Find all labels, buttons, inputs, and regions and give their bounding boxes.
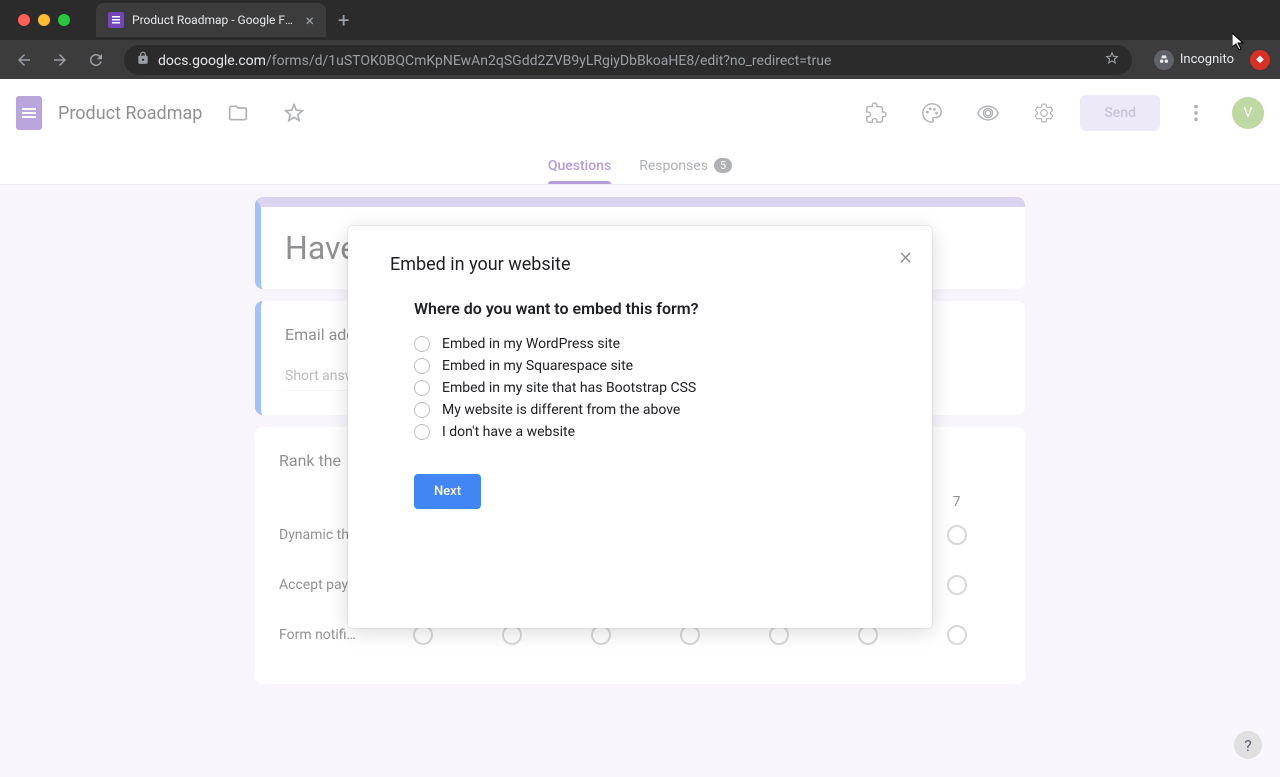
embed-modal: × Embed in your website Where do you wan… xyxy=(348,226,932,628)
radio-option-no-website[interactable]: I don't have a website xyxy=(414,424,890,440)
window-controls xyxy=(10,14,78,26)
address-bar[interactable]: docs.google.com/forms/d/1uSTOK0BQCmKpNEw… xyxy=(124,45,1132,75)
radio-option-squarespace[interactable]: Embed in my Squarespace site xyxy=(414,358,890,374)
next-button[interactable]: Next xyxy=(414,474,481,509)
radio-input[interactable] xyxy=(414,424,430,440)
tab-title: Product Roadmap - Google Form xyxy=(132,13,297,27)
tab-strip: Product Roadmap - Google Form × + xyxy=(0,0,1280,40)
maximize-window-button[interactable] xyxy=(58,14,70,26)
url-text: docs.google.com/forms/d/1uSTOK0BQCmKpNEw… xyxy=(158,50,831,69)
bookmark-star-icon[interactable] xyxy=(1104,50,1120,70)
incognito-icon xyxy=(1154,50,1174,70)
radio-input[interactable] xyxy=(414,336,430,352)
extension-badge[interactable]: ◆ xyxy=(1250,50,1270,70)
forms-favicon xyxy=(108,12,124,28)
radio-option-different[interactable]: My website is different from the above xyxy=(414,402,890,418)
new-tab-button[interactable]: + xyxy=(338,8,349,32)
browser-chrome: Product Roadmap - Google Form × + docs.g… xyxy=(0,0,1280,79)
radio-input[interactable] xyxy=(414,402,430,418)
minimize-window-button[interactable] xyxy=(38,14,50,26)
close-modal-button[interactable]: × xyxy=(899,242,912,270)
close-window-button[interactable] xyxy=(18,14,30,26)
radio-input[interactable] xyxy=(414,380,430,396)
incognito-indicator: Incognito xyxy=(1146,50,1242,70)
forward-button[interactable] xyxy=(46,46,74,74)
radio-input[interactable] xyxy=(414,358,430,374)
browser-tab[interactable]: Product Roadmap - Google Form × xyxy=(96,3,326,37)
back-button[interactable] xyxy=(10,46,38,74)
modal-question: Where do you want to embed this form? xyxy=(414,299,890,318)
lock-icon xyxy=(136,50,150,69)
modal-title: Embed in your website xyxy=(390,254,890,275)
help-button[interactable]: ? xyxy=(1234,731,1262,759)
browser-toolbar: docs.google.com/forms/d/1uSTOK0BQCmKpNEw… xyxy=(0,40,1280,79)
reload-button[interactable] xyxy=(82,46,110,74)
radio-option-wordpress[interactable]: Embed in my WordPress site xyxy=(414,336,890,352)
radio-option-bootstrap[interactable]: Embed in my site that has Bootstrap CSS xyxy=(414,380,890,396)
close-tab-button[interactable]: × xyxy=(305,11,314,30)
